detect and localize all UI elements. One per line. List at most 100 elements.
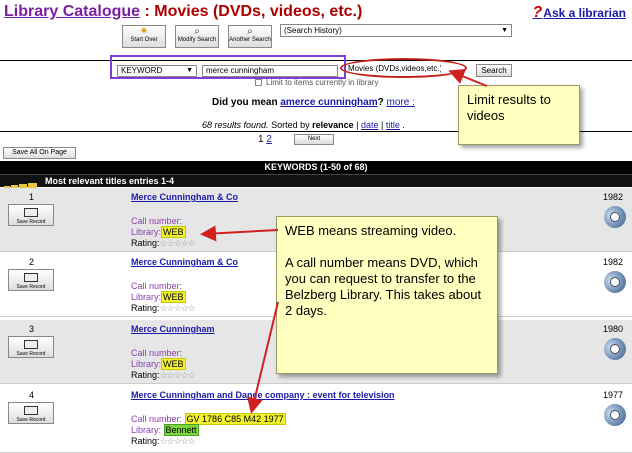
start-over-button[interactable]: ✷ Start Over [122,25,166,48]
save-record-label: Save Record [16,351,46,357]
film-reel-icon [600,267,630,297]
ask-librarian-label: Ask a librarian [543,6,626,20]
folder-icon [24,406,38,415]
record-year: 1982 [603,192,624,202]
results-summary: 68 results found. Sorted by relevance | … [202,120,405,130]
library-row: Library: WEB [131,291,186,303]
library-value: Bennett [163,424,199,436]
sort-date-link[interactable]: date [361,120,379,130]
start-over-label: Start Over [130,37,158,43]
another-search-label: Another Search [229,37,271,43]
binoculars-icon: ⌕ [194,26,200,37]
limit-available-label: Limit to items currently in library [266,78,379,87]
sorted-by-label: Sorted by [271,120,310,130]
call-number-label: Call number: [131,281,183,291]
record-title-link[interactable]: Merce Cunningham & Co [131,257,238,267]
record-number: 1 [29,192,35,202]
rating-label: Rating: [131,238,160,248]
library-value: WEB [161,358,186,370]
next-page-button[interactable]: Next [294,134,334,145]
record-number: 3 [29,324,35,334]
call-number-label: Call number: [131,414,183,424]
catalogue-link[interactable]: Library Catalogue [4,3,140,20]
table-row: 4 Save Record Merce Cunningham and Dance… [0,386,632,453]
more-suggestions-link[interactable]: more : [387,97,415,108]
sort-title-link[interactable]: title [386,120,400,130]
library-row: Library: Bennett [131,424,199,436]
save-record-label: Save Record [16,284,46,290]
record-year: 1982 [603,257,624,267]
record-title-link[interactable]: Merce Cunningham and Dance company : eve… [131,390,395,400]
library-label: Library: [131,425,162,435]
rating-row: Rating:☆☆☆☆☆ [131,303,196,314]
record-year: 1977 [603,390,624,400]
relevance-bar: Most relevant titles entries 1-4 [0,174,632,187]
suggestion-link[interactable]: amerce cunningham [280,97,377,108]
sort-relevance: relevance [312,120,354,130]
pagination: 1 2 [258,134,272,145]
material-highlight-ellipse [340,58,467,78]
title-separator: : [140,3,155,20]
rating-row: Rating:☆☆☆☆☆ [131,436,196,447]
folder-icon [24,340,38,349]
save-record-button[interactable]: Save Record [8,269,54,291]
search-button[interactable]: Search [476,64,512,77]
chevron-down-icon: ▼ [501,27,508,34]
callout-dvd-line: A call number means DVD, which you can r… [285,255,482,318]
save-record-button[interactable]: Save Record [8,336,54,358]
another-search-button[interactable]: ⌕ Another Search [228,25,272,48]
record-number: 4 [29,390,35,400]
question-mark-icon: ? [532,4,543,21]
modify-search-label: Modify Search [177,37,217,43]
search-history-select[interactable]: (Search History) ▼ [280,24,512,37]
callout-web-explanation: WEB means streaming video. A call number… [276,216,498,374]
callout-web-line: WEB means streaming video. [285,223,457,238]
did-you-mean-spacer: ? [377,97,387,108]
did-you-mean: Did you mean amerce cunningham? more : [212,97,415,108]
results-count: 68 results found. [202,120,269,130]
search-history-value: (Search History) [284,26,342,35]
limit-available-checkbox[interactable] [255,79,262,86]
star-rating-icon[interactable]: ☆☆☆☆☆ [160,436,196,446]
record-title-link[interactable]: Merce Cunningham [131,324,215,334]
did-you-mean-label: Did you mean [212,97,278,108]
callout-limit-videos: Limit results to videos [458,85,580,145]
call-number-value: GV 1786 C85 M42 1977 [184,413,286,425]
library-value: WEB [161,226,186,238]
rating-row: Rating:☆☆☆☆☆ [131,370,196,381]
search-highlight-frame [110,55,346,79]
limit-available-option: Limit to items currently in library [255,78,378,87]
page-2-link[interactable]: 2 [266,134,272,145]
star-rating-icon[interactable]: ☆☆☆☆☆ [160,370,196,380]
rating-row: Rating:☆☆☆☆☆ [131,238,196,249]
rating-label: Rating: [131,370,160,380]
rating-label: Rating: [131,436,160,446]
library-row: Library: WEB [131,226,186,238]
library-label: Library: [131,227,162,237]
folder-icon [24,208,38,217]
section-title: Movies (DVDs, videos, etc.) [154,3,363,20]
save-all-button[interactable]: Save All On Page [3,147,76,159]
sort-separator: | [353,120,361,130]
sort-end-dot: . [399,120,405,130]
star-rating-icon[interactable]: ☆☆☆☆☆ [160,303,196,313]
save-record-button[interactable]: Save Record [8,204,54,226]
modify-search-button[interactable]: ⌕ Modify Search [175,25,219,48]
ask-librarian-link[interactable]: ?Ask a librarian [533,4,627,22]
keywords-bar: KEYWORDS (1-50 of 68) [0,161,632,174]
rating-label: Rating: [131,303,160,313]
library-label: Library: [131,292,162,302]
star-rating-icon[interactable]: ☆☆☆☆☆ [160,238,196,248]
call-number-label: Call number: [131,216,183,226]
record-year: 1980 [603,324,624,334]
call-number-label: Call number: [131,348,183,358]
record-title-link[interactable]: Merce Cunningham & Co [131,192,238,202]
film-reel-icon [600,202,630,232]
search-icon: ⌕ [247,26,253,37]
save-record-label: Save Record [16,219,46,225]
page-title: Library Catalogue : Movies (DVDs, videos… [4,3,362,21]
library-value: WEB [161,291,186,303]
film-reel-icon [600,334,630,364]
sparkle-icon: ✷ [139,26,149,37]
save-record-button[interactable]: Save Record [8,402,54,424]
